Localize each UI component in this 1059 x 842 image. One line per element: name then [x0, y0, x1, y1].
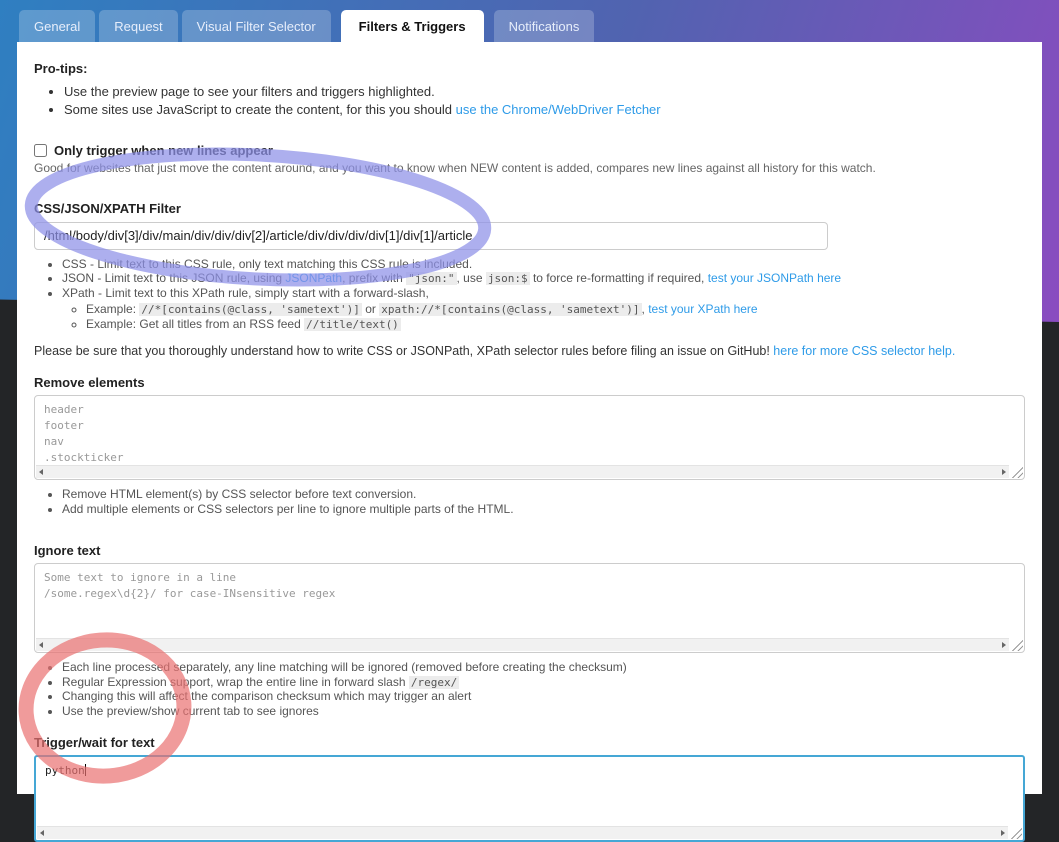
tab-filters-triggers[interactable]: Filters & Triggers — [340, 10, 484, 42]
css-filter-notes: CSS - Limit text to this CSS rule, only … — [34, 257, 1025, 333]
list-item: Use the preview/show current tab to see … — [62, 704, 1025, 719]
list-item: XPath - Limit text to this XPath rule, s… — [62, 286, 1025, 333]
test-jsonpath-link[interactable]: test your JSONPath here — [708, 271, 841, 286]
list-item: Changing this will affect the comparison… — [62, 690, 1025, 704]
tab-general[interactable]: General — [19, 10, 96, 42]
only-new-lines-help: Good for websites that just move the con… — [34, 160, 876, 175]
css-selector-help-link[interactable]: here for more CSS selector help. — [773, 344, 955, 358]
text-cursor — [84, 764, 86, 777]
ignore-text-placeholder: Some text to ignore in a line /some.rege… — [44, 571, 336, 601]
filters-triggers-panel: Pro-tips: Use the preview page to see yo… — [17, 42, 1042, 842]
list-item: Example: //*[contains(@class, 'sametext'… — [86, 302, 1025, 317]
list-item: CSS - Limit text to this CSS rule, only … — [62, 257, 1025, 272]
list-item: Use the preview page to see your filters… — [64, 83, 1025, 101]
resize-grip-icon[interactable] — [1011, 466, 1023, 479]
trigger-text-textarea[interactable]: python — [34, 755, 1025, 842]
scroll-right-icon[interactable] — [1002, 469, 1006, 476]
only-new-lines-checkbox[interactable] — [34, 143, 47, 157]
horizontal-scrollbar[interactable] — [36, 465, 1009, 479]
ignore-text-notes: Each line processed separately, any line… — [34, 661, 1025, 718]
resize-grip-icon[interactable] — [1010, 827, 1022, 840]
jsonpath-link[interactable]: JSONPath — [285, 271, 342, 286]
scroll-left-icon[interactable] — [39, 642, 43, 649]
horizontal-scrollbar[interactable] — [36, 638, 1009, 652]
remove-elements-textarea[interactable]: header footer nav .stockticker — [34, 395, 1025, 481]
xpath-example-code: //*[contains(@class, 'sametext')] — [139, 303, 362, 317]
css-filter-input[interactable] — [34, 221, 828, 250]
xpath-examples: Example: //*[contains(@class, 'sametext'… — [62, 302, 1025, 332]
rss-title-code: //title/text() — [304, 318, 401, 332]
scroll-right-icon[interactable] — [1001, 830, 1005, 837]
scroll-left-icon[interactable] — [39, 469, 43, 476]
scroll-left-icon[interactable] — [40, 830, 44, 837]
trigger-text-value: python — [45, 764, 85, 778]
tab-visual-filter-selector[interactable]: Visual Filter Selector — [181, 10, 331, 42]
scroll-right-icon[interactable] — [1002, 642, 1006, 649]
ignore-text-textarea[interactable]: Some text to ignore in a line /some.rege… — [34, 563, 1025, 654]
list-item: Add multiple elements or CSS selectors p… — [62, 502, 1025, 517]
tab-request[interactable]: Request — [99, 10, 178, 42]
tab-bar: General Request Visual Filter Selector F… — [19, 10, 595, 42]
xpath-example-code-2: xpath://*[contains(@class, 'sametext')] — [379, 303, 642, 317]
horizontal-scrollbar[interactable] — [37, 826, 1008, 840]
github-note: Please be sure that you thoroughly under… — [34, 344, 956, 359]
trigger-text-label: Trigger/wait for text — [34, 735, 155, 751]
resize-grip-icon[interactable] — [1011, 639, 1023, 652]
remove-elements-label: Remove elements — [34, 375, 145, 391]
list-item: Remove HTML element(s) by CSS selector b… — [62, 488, 1025, 502]
list-item: Regular Expression support, wrap the ent… — [62, 675, 1025, 690]
css-filter-label: CSS/JSON/XPATH Filter — [34, 200, 181, 216]
remove-elements-placeholder: header footer nav .stockticker — [44, 403, 124, 465]
list-item: JSON - Limit text to this JSON rule, usi… — [62, 272, 1025, 286]
pro-tips-title: Pro-tips: — [34, 61, 88, 76]
pro-tips-list: Use the preview page to see your filters… — [34, 83, 1025, 120]
chrome-webdriver-fetcher-link[interactable]: use the Chrome/WebDriver Fetcher — [456, 102, 661, 117]
only-new-lines-label: Only trigger when new lines appear — [54, 142, 273, 158]
remove-elements-notes: Remove HTML element(s) by CSS selector b… — [34, 488, 1025, 516]
ignore-text-label: Ignore text — [34, 543, 101, 559]
regex-code: /regex/ — [408, 675, 460, 689]
test-xpath-link[interactable]: test your XPath here — [648, 302, 757, 316]
json-dollar-code: json:$ — [485, 272, 530, 286]
list-item: Example: Get all titles from an RSS feed… — [86, 317, 1025, 332]
list-item: Each line processed separately, any line… — [62, 661, 1025, 675]
list-item: Some sites use JavaScript to create the … — [64, 101, 1025, 119]
tab-notifications[interactable]: Notifications — [493, 10, 595, 42]
json-prefix-code: "json:" — [406, 272, 457, 286]
